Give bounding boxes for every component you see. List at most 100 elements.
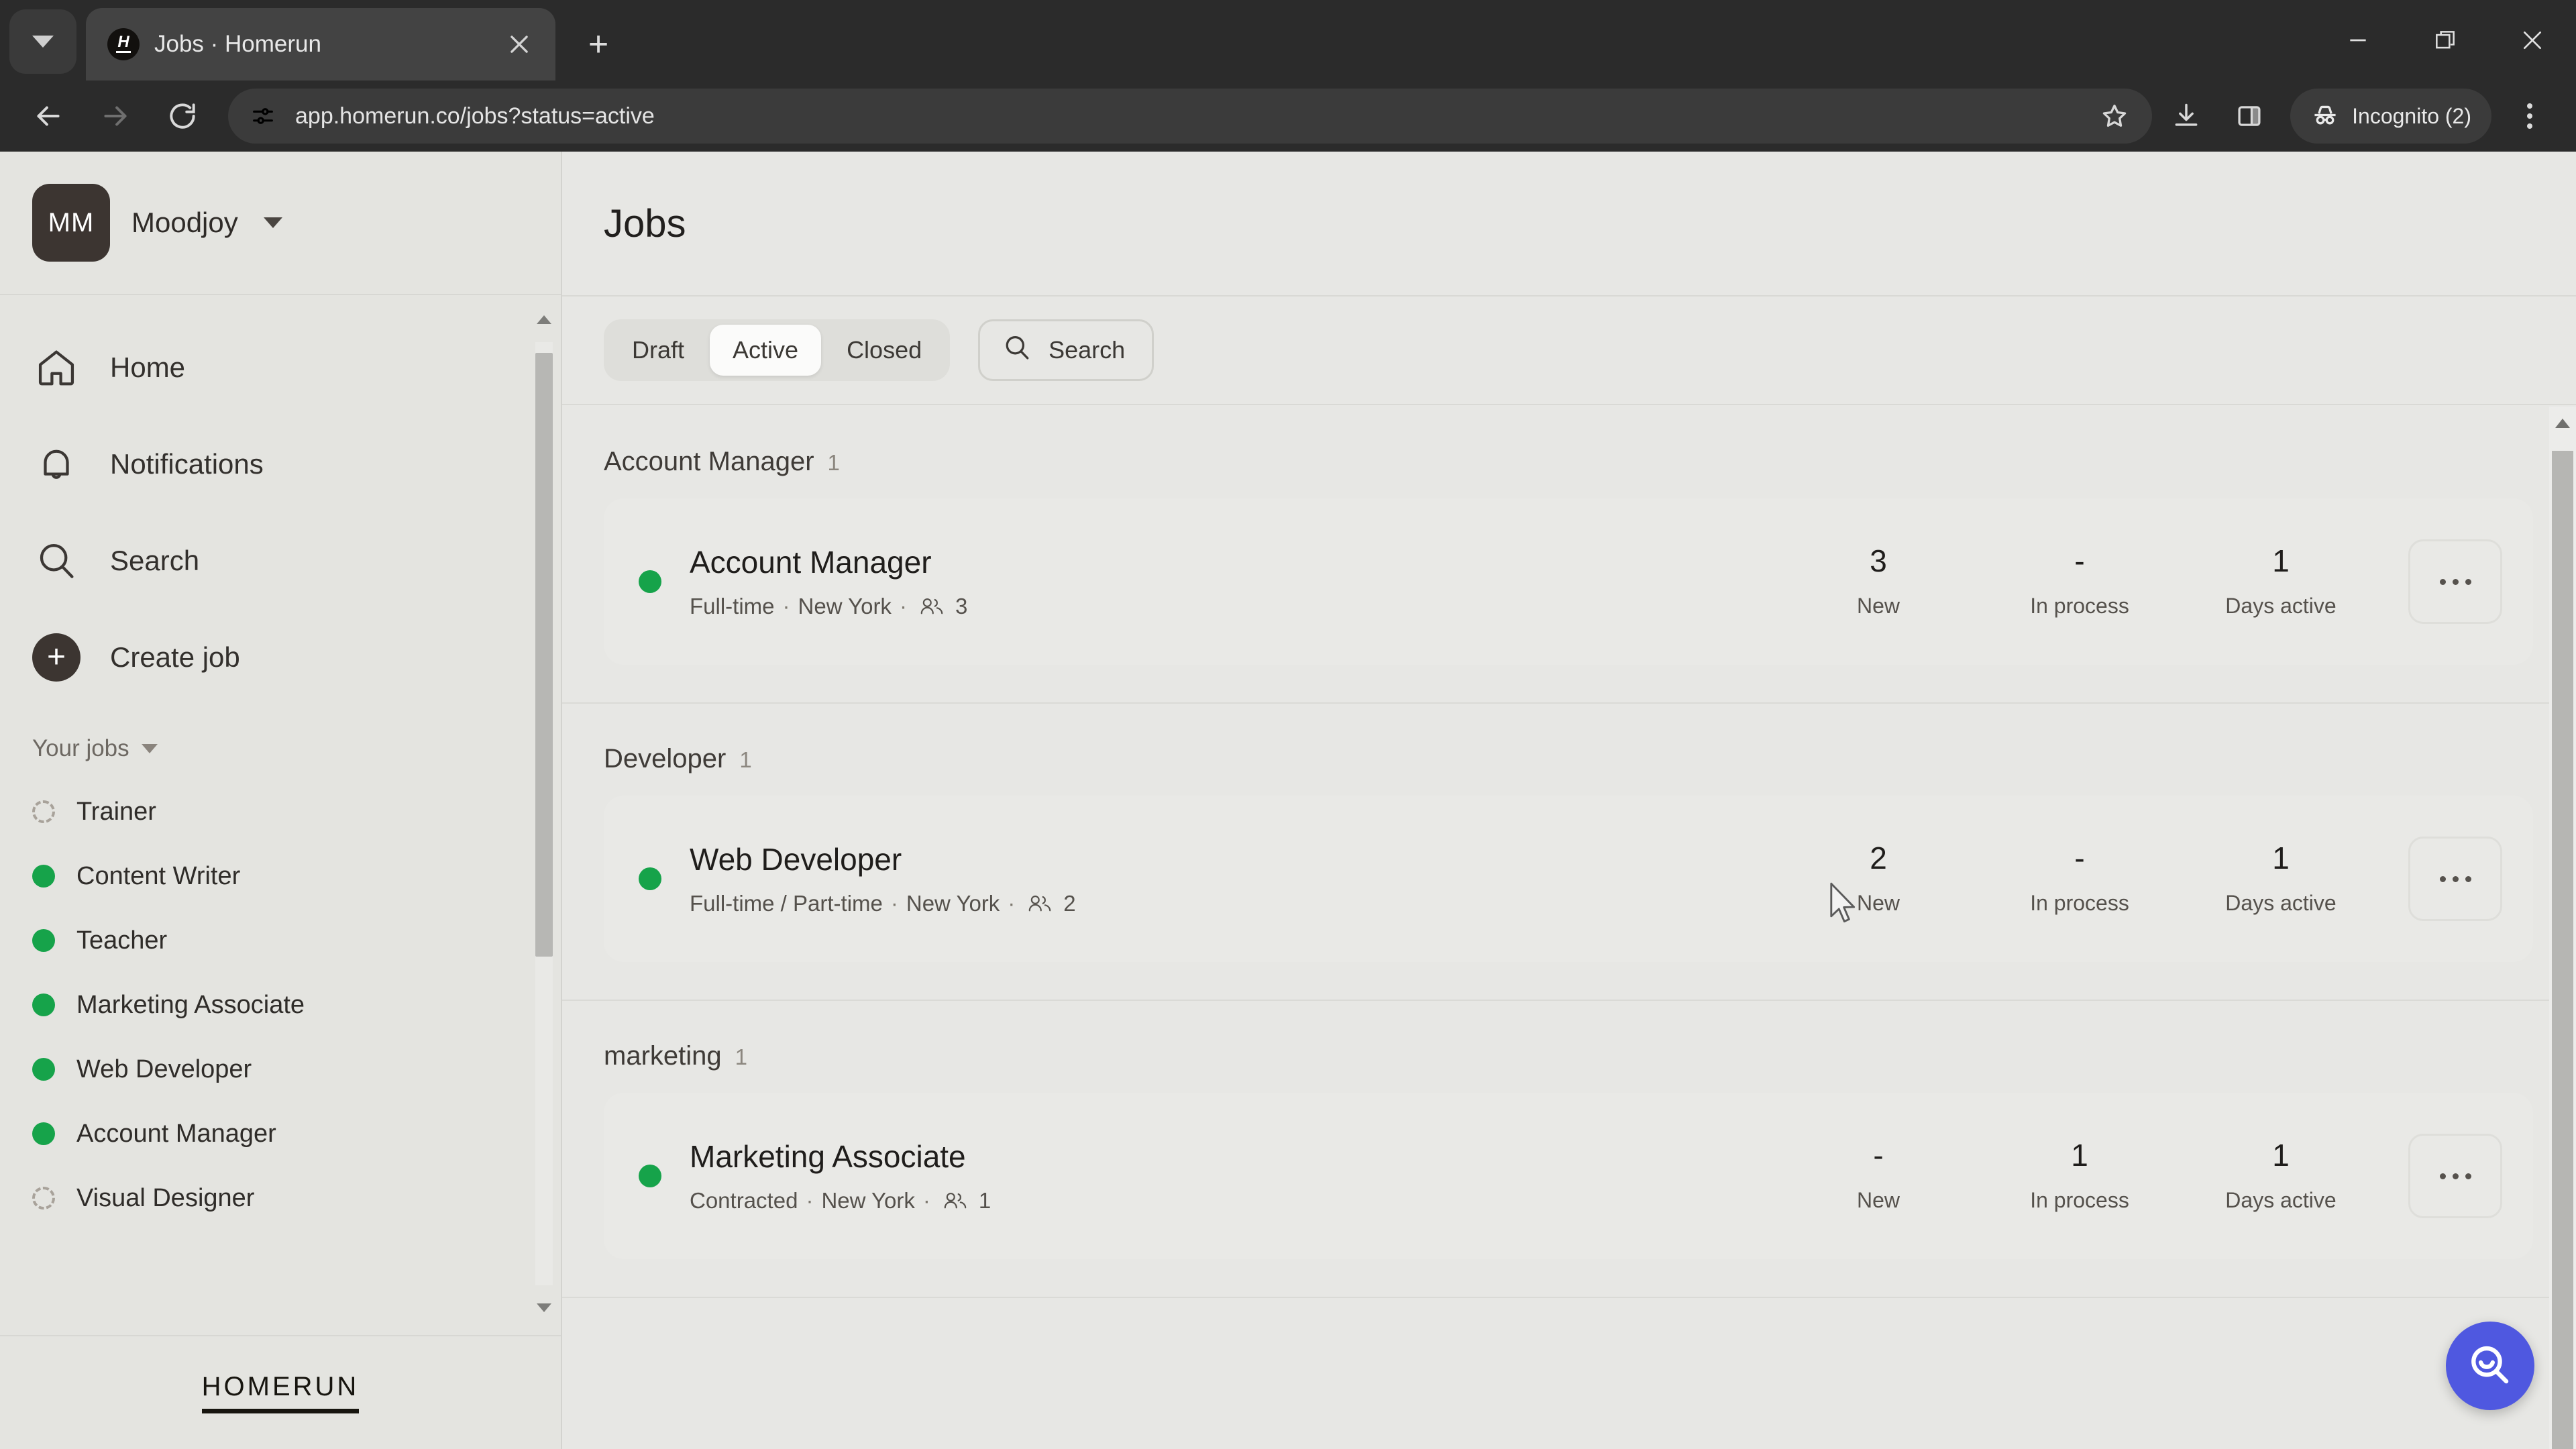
status-dot-active: [32, 1122, 55, 1145]
incognito-indicator[interactable]: Incognito (2): [2290, 89, 2491, 144]
your-jobs-label: Your jobs: [32, 735, 129, 761]
scrollbar-thumb[interactable]: [2552, 451, 2573, 1449]
meta-separator: ·: [782, 594, 790, 619]
job-card-more-button[interactable]: [2408, 1134, 2502, 1218]
browser-tab[interactable]: H Jobs · Homerun: [86, 8, 555, 80]
meta-separator: ·: [899, 594, 907, 619]
group-name: marketing: [604, 1041, 722, 1071]
stat-new-label: New: [1856, 890, 1900, 915]
close-icon[interactable]: [500, 25, 538, 63]
tab-title: Jobs · Homerun: [154, 31, 321, 57]
sidebar-job-teacher[interactable]: Teacher: [0, 908, 561, 973]
stat-in-process-label: In process: [2030, 890, 2129, 915]
stat-new-label: New: [1856, 1187, 1900, 1212]
site-settings-icon[interactable]: [248, 101, 278, 131]
window-close-icon[interactable]: [2489, 0, 2576, 80]
filter-closed[interactable]: Closed: [824, 325, 945, 376]
job-card[interactable]: Marketing Associate Contracted · New Yor…: [604, 1093, 2533, 1259]
stat-days-active-value: 1: [2272, 840, 2290, 875]
address-bar[interactable]: app.homerun.co/jobs?status=active: [228, 89, 2153, 144]
job-title: Marketing Associate: [690, 1139, 966, 1174]
status-dot-draft: [32, 800, 55, 823]
tab-search-button[interactable]: [9, 9, 76, 74]
scroll-up-icon[interactable]: [537, 315, 551, 324]
search-icon: [32, 537, 80, 585]
sidebar-item-notifications[interactable]: Notifications: [0, 416, 561, 513]
plus-circle-icon: +: [32, 633, 80, 682]
filter-bar: Draft Active Closed Search: [562, 297, 2576, 405]
job-card-more-button[interactable]: [2408, 539, 2502, 624]
group-count: 1: [739, 747, 752, 772]
job-card-main: Marketing Associate Contracted · New Yor…: [661, 1138, 1778, 1214]
stat-in-process: - In process: [1979, 545, 2180, 619]
filter-draft[interactable]: Draft: [609, 325, 707, 376]
side-panel-icon[interactable]: [2220, 87, 2278, 145]
forward-arrow-icon[interactable]: [85, 85, 146, 147]
page-title: Jobs: [604, 201, 686, 246]
sidebar-item-label: Home: [110, 352, 186, 383]
sidebar-item-create-job[interactable]: + Create job: [0, 609, 561, 706]
sidebar-item-label: Notifications: [110, 448, 264, 480]
org-switcher[interactable]: MM Moodjoy: [0, 152, 561, 295]
sidebar-job-trainer[interactable]: Trainer: [0, 780, 561, 844]
sidebar-job-label: Teacher: [76, 926, 168, 955]
scrollbar-thumb[interactable]: [535, 353, 553, 957]
sidebar-job-content-writer[interactable]: Content Writer: [0, 844, 561, 908]
search-input[interactable]: Search: [978, 319, 1155, 381]
stat-days-active: 1 Days active: [2180, 545, 2381, 619]
search-label: Search: [1049, 336, 1126, 364]
homerun-logo: HOMERUN: [201, 1372, 360, 1413]
sidebar-item-search[interactable]: Search: [0, 513, 561, 609]
sidebar-scrollbar[interactable]: [535, 315, 553, 1312]
people-icon: [943, 1189, 968, 1212]
star-icon[interactable]: [2089, 91, 2140, 142]
sidebar-job-account-manager[interactable]: Account Manager: [0, 1102, 561, 1166]
sidebar-item-home[interactable]: Home: [0, 319, 561, 416]
scroll-down-icon[interactable]: [537, 1303, 551, 1312]
back-arrow-icon[interactable]: [17, 85, 79, 147]
stat-new: 2 New: [1778, 843, 1979, 916]
stat-in-process-value: 1: [2071, 1137, 2088, 1173]
sidebar-item-label: Create job: [110, 641, 240, 673]
your-jobs-header[interactable]: Your jobs: [0, 706, 561, 780]
sidebar: MM Moodjoy Home Notifications Search + C…: [0, 152, 562, 1449]
sidebar-job-marketing-associate[interactable]: Marketing Associate: [0, 973, 561, 1037]
sidebar-job-label: Marketing Associate: [76, 990, 305, 1019]
app-page: MM Moodjoy Home Notifications Search + C…: [0, 152, 2576, 1449]
kebab-menu-icon[interactable]: [2501, 87, 2559, 145]
job-card[interactable]: Account Manager Full-time · New York · 3: [604, 498, 2533, 665]
stat-days-active-label: Days active: [2225, 593, 2337, 618]
stat-in-process-value: -: [2074, 840, 2085, 875]
main-scrollbar[interactable]: [2549, 407, 2576, 1449]
sidebar-item-label: Search: [110, 545, 200, 576]
search-icon: [1002, 332, 1032, 369]
job-people-count: 2: [1063, 891, 1076, 916]
sidebar-job-web-developer[interactable]: Web Developer: [0, 1037, 561, 1102]
restore-icon[interactable]: [2402, 0, 2489, 80]
new-tab-button[interactable]: +: [570, 16, 627, 72]
help-button[interactable]: [2446, 1322, 2534, 1410]
download-icon[interactable]: [2157, 87, 2215, 145]
job-people-count: 1: [978, 1188, 991, 1213]
stat-days-active-label: Days active: [2225, 890, 2337, 915]
job-location: New York: [821, 1188, 915, 1213]
meta-separator: ·: [1008, 891, 1016, 916]
reload-icon[interactable]: [152, 85, 213, 147]
status-dot-active: [32, 994, 55, 1016]
people-icon: [1027, 892, 1053, 915]
sidebar-job-label: Content Writer: [76, 861, 241, 890]
status-dot-active: [32, 865, 55, 888]
chevron-down-icon: [141, 744, 158, 753]
filter-active[interactable]: Active: [710, 325, 822, 376]
bell-icon: [32, 440, 80, 488]
page-header: Jobs: [562, 152, 2576, 297]
job-card[interactable]: Web Developer Full-time / Part-time · Ne…: [604, 796, 2533, 962]
home-icon: [32, 343, 80, 392]
scroll-up-icon[interactable]: [2555, 419, 2570, 428]
meta-separator: ·: [922, 1188, 930, 1213]
job-card-more-button[interactable]: [2408, 837, 2502, 921]
minimize-icon[interactable]: [2314, 0, 2402, 80]
group-header: marketing 1: [562, 1001, 2576, 1093]
sidebar-job-visual-designer[interactable]: Visual Designer: [0, 1166, 561, 1230]
job-meta: Full-time · New York · 3: [690, 594, 1778, 619]
